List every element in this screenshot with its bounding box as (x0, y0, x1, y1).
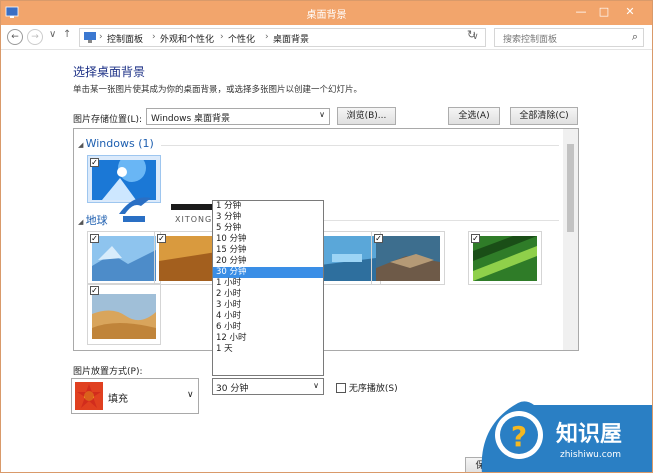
breadcrumb-desktop-background[interactable]: 桌面背景 (273, 32, 309, 45)
logo-brand: 知识屋 (556, 421, 622, 447)
wallpaper-thumb-earth-4[interactable]: ✓ (371, 231, 445, 285)
interval-option[interactable]: 20 分钟 (213, 256, 323, 267)
breadcrumb: › 控制面板 › 外观和个性化 › 个性化 › 桌面背景 ∨ (79, 28, 486, 47)
browse-button[interactable]: 浏览(B)... (337, 107, 396, 125)
window-title: 桌面背景 (306, 10, 347, 21)
breadcrumb-separator: › (220, 32, 224, 42)
chevron-down-icon: ∨ (187, 390, 194, 400)
collapse-arrow-icon: ◢ (78, 218, 86, 226)
position-value: 填充 (108, 394, 128, 405)
search-input[interactable]: 搜索控制面板 (503, 32, 557, 45)
wallpaper-thumb-earth-6[interactable]: ✓ (87, 283, 161, 345)
close-button[interactable]: ✕ (619, 4, 641, 20)
breadcrumb-appearance[interactable]: 外观和个性化 (160, 32, 214, 45)
shuffle-label: 无序播放(S) (348, 384, 398, 394)
picture-location-value: Windows 桌面背景 (151, 114, 231, 124)
wallpaper-thumb-earth-1[interactable]: ✓ (87, 231, 161, 285)
wallpaper-gallery: ◢ Windows (1) ✓ ◢ 地球 ✓ ✓ ✓ ✓ ✓ (73, 128, 579, 351)
interval-option[interactable]: 15 分钟 (213, 245, 323, 256)
wallpaper-checkbox[interactable]: ✓ (90, 158, 99, 167)
breadcrumb-separator: › (265, 32, 269, 42)
interval-option[interactable]: 3 小时 (213, 300, 323, 311)
address-bar: ← → ∨ ↑ › 控制面板 › 外观和个性化 › 个性化 › 桌面背景 ∨ ↻… (1, 25, 652, 50)
breadcrumb-separator: › (152, 32, 156, 42)
desktop-background-window: 桌面背景 — □ ✕ ← → ∨ ↑ › 控制面板 › 外观和个性化 › 个性化… (0, 0, 653, 473)
maximize-button[interactable]: □ (593, 4, 615, 20)
collapse-arrow-icon: ◢ (78, 141, 86, 149)
minimize-button[interactable]: — (570, 4, 592, 20)
search-box[interactable]: 搜索控制面板 ⌕ (494, 28, 644, 47)
interval-option[interactable]: 4 小时 (213, 311, 323, 322)
gallery-scrollbar-thumb[interactable] (567, 144, 574, 232)
clear-all-button[interactable]: 全部清除(C) (510, 107, 578, 125)
title-bar: 桌面背景 — □ ✕ (1, 1, 652, 25)
interval-value: 30 分钟 (216, 384, 249, 394)
page-title: 选择桌面背景 (73, 65, 146, 79)
recent-locations-button[interactable]: ∨ (49, 29, 56, 40)
forward-button[interactable]: → (27, 29, 43, 45)
chevron-down-icon: ∨ (319, 110, 325, 119)
interval-dropdown-list[interactable]: 1 分钟 3 分钟 5 分钟 10 分钟 15 分钟 20 分钟 30 分钟 1 小时 2 小时… (212, 200, 324, 376)
group-divider (161, 145, 559, 146)
wallpaper-checkbox[interactable]: ✓ (157, 234, 166, 243)
interval-option[interactable]: 1 小时 (213, 278, 323, 289)
interval-option[interactable]: 1 分钟 (213, 201, 323, 212)
shuffle-option[interactable]: 无序播放(S) (336, 381, 398, 394)
interval-option[interactable]: 12 小时 (213, 333, 323, 344)
position-label: 图片放置方式(P): (73, 367, 143, 377)
group-windows[interactable]: ◢ Windows (1) (78, 137, 154, 150)
control-panel-icon (84, 32, 96, 43)
page-description: 单击某一张图片使其成为你的桌面背景，或选择多张图片以创建一个幻灯片。 (73, 85, 363, 95)
search-icon[interactable]: ⌕ (632, 30, 638, 44)
wallpaper-image (92, 236, 156, 281)
picture-location-label: 图片存储位置(L): (73, 115, 143, 125)
interval-option[interactable]: 10 分钟 (213, 234, 323, 245)
wallpaper-thumb-earth-5[interactable]: ✓ (468, 231, 542, 285)
interval-option[interactable]: 30 分钟 (213, 267, 323, 278)
interval-option[interactable]: 1 天 (213, 344, 323, 355)
breadcrumb-control-panel[interactable]: 控制面板 (107, 32, 143, 45)
breadcrumb-personalization[interactable]: 个性化 (228, 32, 255, 45)
breadcrumb-separator: › (99, 32, 103, 42)
group-earth[interactable]: ◢ 地球 (78, 212, 108, 228)
wallpaper-checkbox[interactable]: ✓ (471, 234, 480, 243)
chevron-down-icon: ∨ (313, 381, 319, 390)
select-all-button[interactable]: 全选(A) (448, 107, 500, 125)
interval-option[interactable]: 5 分钟 (213, 223, 323, 234)
wallpaper-image (473, 236, 537, 281)
wallpaper-checkbox[interactable]: ✓ (374, 234, 383, 243)
logo-url: zhishiwu.com (560, 450, 621, 460)
position-select[interactable]: 填充 ∨ (71, 378, 199, 414)
wallpaper-checkbox[interactable]: ✓ (90, 234, 99, 243)
picture-location-select[interactable]: Windows 桌面背景 ∨ (146, 108, 330, 125)
interval-option[interactable]: 2 小时 (213, 289, 323, 300)
interval-option[interactable]: 3 分钟 (213, 212, 323, 223)
back-button[interactable]: ← (7, 29, 23, 45)
interval-option[interactable]: 6 小时 (213, 322, 323, 333)
interval-select[interactable]: 30 分钟 ∨ (212, 378, 324, 395)
fill-preview-icon (75, 382, 103, 410)
logo-mark: ? (511, 420, 527, 453)
zhishiwu-logo: ? 知识屋 zhishiwu.com (481, 401, 652, 472)
shuffle-checkbox[interactable] (336, 382, 346, 393)
refresh-button[interactable]: ↻ (467, 28, 476, 41)
wallpaper-image (376, 236, 440, 281)
group-divider (324, 220, 559, 221)
wallpaper-image (92, 294, 156, 339)
wallpaper-checkbox[interactable]: ✓ (90, 286, 99, 295)
up-button[interactable]: ↑ (63, 29, 71, 40)
